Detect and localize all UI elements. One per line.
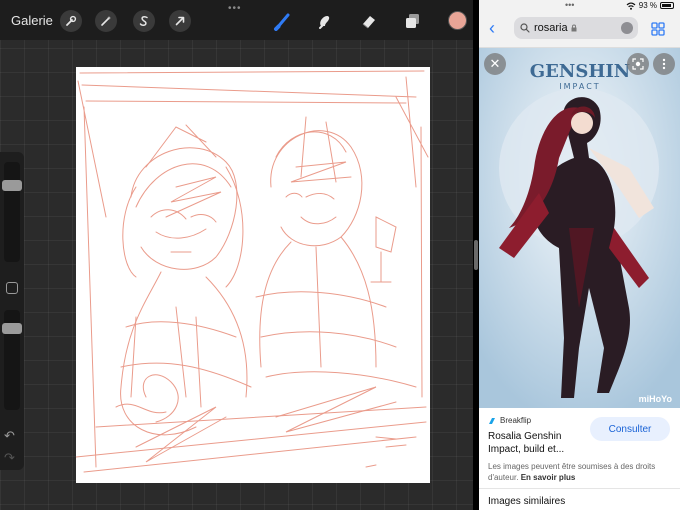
address-bar-row: ‹ rosaria [479,12,680,48]
redo-icon[interactable]: ↷ [4,450,15,466]
gallery-button[interactable]: Galerie [11,13,53,28]
wrench-icon[interactable] [60,10,82,32]
logo-subtitle: IMPACT [559,82,601,91]
drawing-canvas[interactable] [75,67,430,483]
lock-icon [571,24,577,32]
wifi-icon [626,2,636,10]
brush-icon[interactable] [272,10,294,32]
brush-size-slider[interactable] [4,162,20,262]
result-info-card: Breakflip Rosalia Genshin Impact, build … [479,408,680,510]
visit-button[interactable]: Consulter [590,417,670,441]
search-input[interactable]: rosaria [514,17,638,39]
brush-size-slider-thumb[interactable] [2,179,22,191]
result-title[interactable]: Rosalia Genshin Impact, build et... [488,430,583,456]
brush-sidebar: ↶ ↷ [0,152,24,470]
source-favicon-icon [489,417,495,424]
image-preview[interactable]: GENSHIN IMPACT miHoYo ✕ [479,48,680,408]
back-chevron-icon[interactable]: ‹ [489,18,495,39]
page-options-icon[interactable] [621,22,633,34]
status-indicators: 93 % [626,1,674,10]
procreate-toolbar: ••• Galerie [0,0,473,40]
tab-overview-icon[interactable] [651,22,665,36]
more-vertical-icon[interactable] [653,53,675,75]
undo-icon[interactable]: ↶ [4,428,15,444]
safari-app: ••• 93 % ‹ rosaria GENSHIN IMPACT miHoYo… [479,0,680,510]
status-bar: ••• 93 % [479,0,680,12]
battery-icon [660,2,674,9]
close-icon[interactable]: ✕ [484,53,506,75]
character-artwork [479,48,680,408]
source-row[interactable]: Breakflip [488,416,531,425]
opacity-slider-thumb[interactable] [2,323,22,335]
procreate-app: ••• Galerie ↶ ↷ [0,0,473,510]
sketch-drawing [75,70,429,473]
similar-images-heading: Images similaires [488,496,566,507]
divider [479,488,680,489]
split-view-handle[interactable] [474,240,478,270]
game-logo: GENSHIN IMPACT [529,61,631,92]
multitasking-dots-icon[interactable]: ••• [565,0,574,10]
selection-s-icon[interactable] [133,10,155,32]
eraser-icon[interactable] [358,10,380,32]
logo-title: GENSHIN [529,61,631,82]
copyright-notice: Les images peuvent être soumises à des d… [488,461,678,483]
color-picker-swatch[interactable] [448,11,467,30]
transform-arrow-icon[interactable] [169,10,191,32]
smudge-icon[interactable] [314,10,336,32]
publisher-watermark: miHoYo [638,394,672,404]
magic-wand-icon[interactable] [95,10,117,32]
search-query: rosaria [534,22,568,34]
battery-percentage: 93 % [638,1,657,10]
learn-more-link[interactable]: En savoir plus [521,473,576,482]
multitasking-dots-icon[interactable]: ••• [228,3,242,14]
source-name: Breakflip [500,416,532,425]
layers-icon[interactable] [402,10,424,32]
search-icon [520,23,530,33]
modify-button[interactable] [6,282,18,294]
lens-search-icon[interactable] [627,53,649,75]
